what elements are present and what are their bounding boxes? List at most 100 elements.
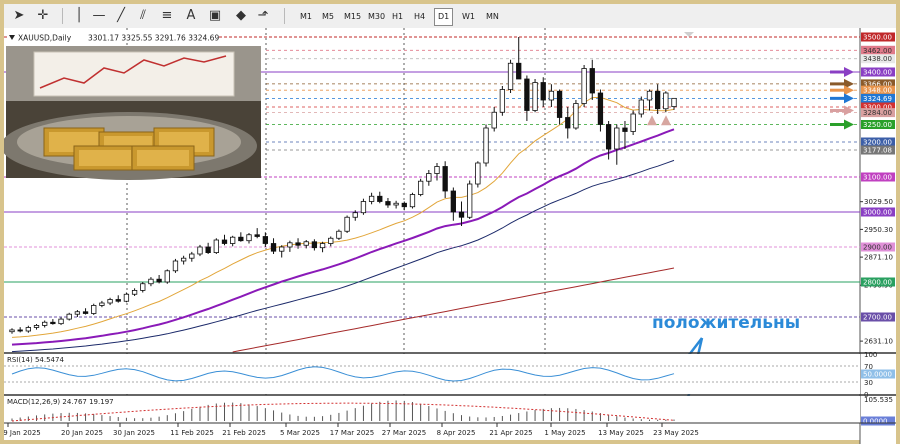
level-tag-label: 3500.00 [863,34,892,42]
candle-body [548,90,555,101]
level-tag-label: 3438.00 [863,55,892,63]
candle-body [205,246,211,253]
candle-body [99,302,105,306]
candle-body [499,89,506,113]
timeframe-h4[interactable]: H4 [410,8,429,26]
price-tick-label: 2871.10 [864,254,893,262]
shapes-icon[interactable]: ◆ [232,7,250,25]
timeframe-mn[interactable]: MN [482,8,503,26]
level-tag-label: 3348.00 [863,87,892,95]
candle-body [33,324,40,328]
candle-body [262,236,269,244]
timeframe-m15[interactable]: M15 [340,8,365,26]
macd-tick-label: 105.535 [864,396,893,404]
text-label-icon[interactable]: A [182,7,200,25]
candle-body [532,82,538,111]
cursor-arrow-icon[interactable]: ➤ [10,7,28,25]
price-tick-label: 3029.50 [864,198,893,206]
candle-body [450,190,456,213]
candle-body [556,90,563,118]
timeframe-m5[interactable]: M5 [318,8,338,26]
symbol-label: XAUUSD,Daily [18,34,72,43]
photo-chart-screen [33,51,235,97]
candle-body [82,311,89,314]
candle-body [66,313,72,320]
arrow-objects-icon[interactable]: ⬏ [254,7,272,25]
candle-body [630,113,636,132]
candle-body [319,243,326,249]
timeframe-h1[interactable]: H1 [388,8,407,26]
vertical-line-icon[interactable]: │ [70,7,88,25]
candle-body [491,111,497,129]
date-label: 8 Apr 2025 [437,429,476,437]
candle-body [352,212,358,218]
candle-body [172,260,179,272]
date-label: 5 Mar 2025 [280,429,320,437]
macd-plot-area[interactable] [4,396,860,423]
timeframe-d1[interactable]: D1 [434,8,454,26]
toolbar: ➤ ✛ │ — ╱ ⫽ ≡ A ▣ ◆ ⬏ M1 M5 M15 M30 H1 H4 D1 W1… [4,4,896,29]
equidistant-channel-icon[interactable]: ⫽ [134,7,152,25]
date-label: 20 Jan 2025 [61,429,103,437]
price-chart[interactable]: 3029.502950.302871.102790.902631.103500.… [4,28,896,444]
candle-body [270,243,277,252]
candle-body [663,92,669,110]
candle-body [164,270,170,283]
toolbar-separator [284,8,285,24]
level-tag-label: 3284.00 [863,109,892,117]
candle-body [614,127,620,150]
crosshair-icon[interactable]: ✛ [34,7,52,25]
candle-body [295,242,301,246]
date-label: 21 Apr 2025 [489,429,532,437]
candle-body [622,127,628,132]
candle-body [671,97,677,107]
level-tag-label: 3462.00 [863,47,892,55]
candle-body [42,321,48,326]
candle-body [565,117,571,129]
rsi-tick-label: 100 [864,351,877,359]
candle-body [189,253,195,259]
candle-body [115,299,121,302]
timeframe-m1[interactable]: M1 [296,8,316,26]
gold-bar-face [79,150,131,166]
fibonacci-icon[interactable]: ≡ [158,7,176,25]
macd-level-tag-label: 0.0000 [863,418,888,426]
level-tag-label: 2900.00 [863,244,892,252]
candle-body [467,183,473,218]
candle-body [213,239,219,253]
candle-body [311,241,318,249]
date-label: 23 May 2025 [653,429,699,437]
rsi-tick-label: 30 [864,379,873,387]
timeframe-w1[interactable]: W1 [458,8,479,26]
timeframe-m30[interactable]: M30 [364,8,389,26]
candle-body [107,299,113,304]
candle-body [377,195,383,202]
rsi-plot-area[interactable] [4,354,860,394]
date-label: 30 Jan 2025 [113,429,155,437]
level-tag-label: 3250.00 [863,121,892,129]
candle-body [230,236,236,244]
level-tag-label: 3177.08 [863,147,892,155]
level-tag-label: 3100.00 [863,174,892,182]
candle-body [287,242,293,248]
candle-body [573,103,579,129]
candle-body [74,311,81,315]
candle-body [458,211,465,218]
candle-body [434,166,440,174]
candle-body [58,318,64,325]
candle-body [393,202,399,206]
candle-body [180,257,187,262]
candle-body [483,127,489,164]
price-tick-label: 2631.10 [864,338,893,346]
candle-body [475,162,481,185]
text-box-icon[interactable]: ▣ [206,7,224,25]
candle-body [646,90,653,101]
annotation-text: положительны [652,313,800,333]
trendline-icon[interactable]: ╱ [112,7,130,25]
gold-bar-face [137,150,189,166]
candle-body [426,173,432,182]
level-tag-label: 3200.00 [863,139,892,147]
horizontal-line-icon[interactable]: — [90,7,108,25]
candle-body [303,241,309,246]
candle-body [344,216,350,232]
